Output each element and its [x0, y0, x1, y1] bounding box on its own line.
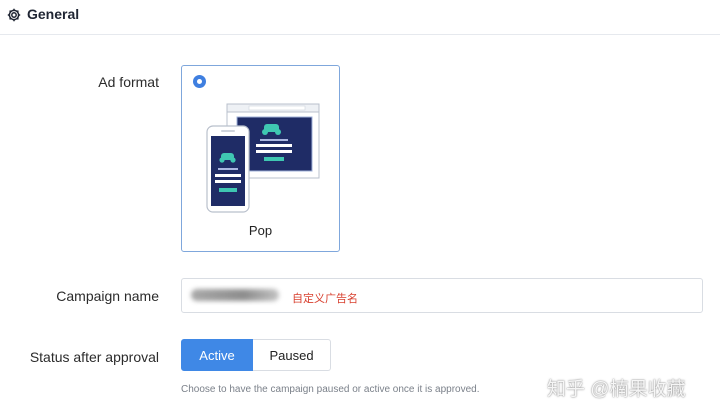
ad-format-option-pop[interactable]: Pop	[181, 65, 340, 252]
redacted-value	[191, 289, 279, 301]
section-header: General	[0, 0, 720, 35]
gear-icon	[7, 8, 21, 22]
ad-format-radio[interactable]	[193, 75, 206, 88]
ad-format-option-label: Pop	[248, 223, 273, 238]
status-active-button[interactable]: Active	[181, 339, 253, 371]
campaign-name-input[interactable]: 自定义广告名	[181, 278, 703, 313]
pop-ad-illustration-icon	[206, 103, 320, 213]
status-paused-button[interactable]: Paused	[253, 339, 331, 371]
status-label: Status after approval	[29, 349, 159, 365]
annotation-text: 自定义广告名	[292, 293, 358, 305]
status-helper-text: Choose to have the campaign paused or ac…	[181, 384, 480, 395]
ad-format-label: Ad format	[98, 74, 159, 90]
watermark: 知乎 @楠果收藏	[547, 379, 686, 400]
campaign-name-label: Campaign name	[56, 288, 159, 304]
section-title: General	[27, 6, 80, 22]
